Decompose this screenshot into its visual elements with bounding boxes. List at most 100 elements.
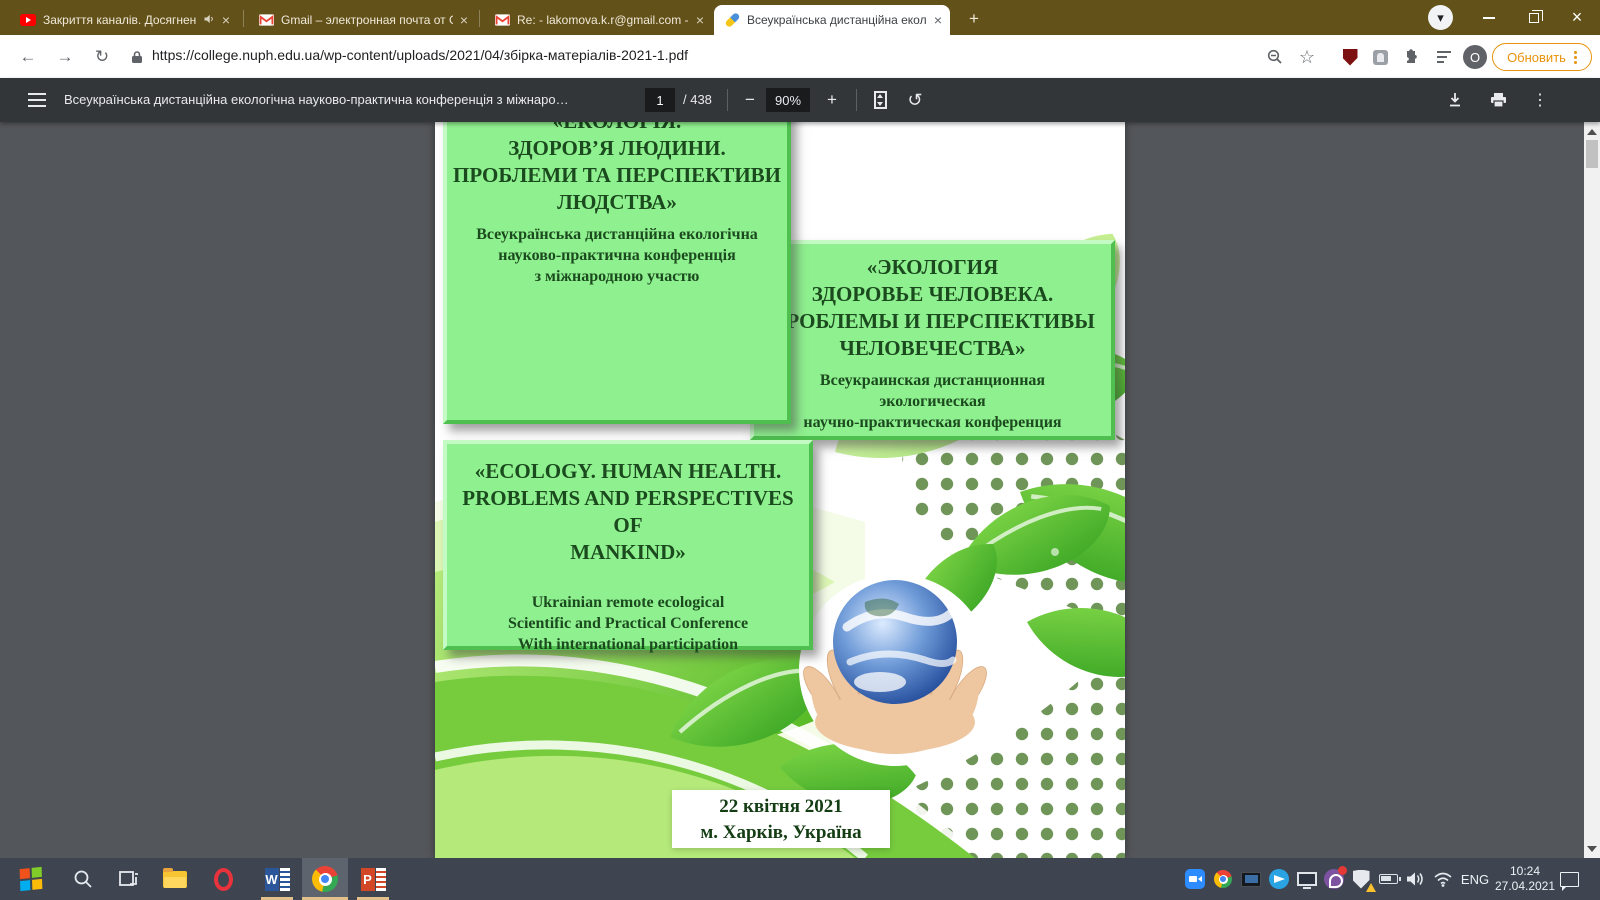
subtitle-ua-line: Всеукраїнська дистанційна екологічна	[447, 224, 787, 245]
tab-gmail-message[interactable]: Re: - lakomova.k.r@gmail.com - C ×	[484, 5, 712, 35]
opera-button[interactable]	[200, 858, 246, 900]
fit-page-button[interactable]	[868, 88, 892, 112]
subtitle-en-line: Scientific and Practical Conference	[447, 613, 809, 634]
volume-tray-icon[interactable]	[1404, 868, 1426, 890]
subtitle-ua-line: з міжнародною участю	[447, 266, 787, 287]
folder-icon	[163, 871, 187, 888]
youtube-icon	[20, 12, 36, 28]
tab-title: Закриття каналів. Досягненн	[43, 13, 196, 27]
zoom-tray-icon[interactable]	[1184, 868, 1206, 890]
conference-box-en: «ECOLOGY. HUMAN HEALTH. PROBLEMS AND PER…	[443, 440, 813, 650]
update-label: Обновить	[1507, 50, 1566, 65]
subtitle-ru-line: экологическая	[754, 391, 1111, 412]
reload-icon[interactable]: ↻	[89, 44, 115, 70]
title-ua-line: ЗДОРОВ’Я ЛЮДИНИ.	[447, 135, 787, 162]
subtitle-en-line: Ukrainian remote ecological	[447, 592, 809, 613]
tab-pdf-active[interactable]: Всеукраїнська дистанційна екол ×	[714, 5, 950, 35]
chrome-button[interactable]	[302, 858, 348, 900]
chrome-icon	[312, 866, 338, 892]
pdf-favicon-icon	[724, 12, 740, 28]
pdf-toolbar: Всеукраїнська дистанційна екологічна нау…	[0, 78, 1600, 122]
pdf-document-title: Всеукраїнська дистанційна екологічна нау…	[64, 92, 569, 107]
zoom-out-button[interactable]: −	[738, 88, 762, 112]
word-button[interactable]: W	[254, 858, 300, 900]
vertical-scrollbar[interactable]	[1584, 122, 1600, 858]
action-center-button[interactable]	[1558, 868, 1580, 890]
tab-title: Gmail – электронная почта от G	[281, 13, 453, 27]
subtitle-ru-line: научно-практическая конференция	[754, 412, 1111, 433]
update-browser-button[interactable]: Обновить	[1492, 43, 1592, 71]
clock-time: 10:24	[1510, 864, 1540, 879]
page-number-input[interactable]	[645, 88, 675, 112]
url-field[interactable]: https://college.nuph.edu.ua/wp-content/u…	[152, 47, 688, 63]
task-view-button[interactable]	[106, 858, 152, 900]
zoom-page-icon[interactable]	[1263, 45, 1287, 69]
new-tab-button[interactable]: +	[962, 7, 986, 31]
bookmark-star-icon[interactable]: ☆	[1295, 45, 1319, 69]
rotate-button[interactable]: ↺	[903, 88, 927, 112]
tab-separator	[479, 10, 480, 27]
avatar[interactable]: ▾	[1428, 5, 1453, 30]
title-ua-line: «ЕКОЛОГІЯ.	[447, 122, 787, 135]
scroll-up-icon[interactable]	[1584, 124, 1600, 139]
wifi-tray-icon[interactable]	[1432, 868, 1454, 890]
defender-tray-icon[interactable]	[1350, 868, 1372, 890]
toolbar-divider	[727, 89, 728, 111]
padlock-icon[interactable]	[124, 44, 150, 70]
pdf-more-options-button[interactable]: ⋮	[1528, 88, 1552, 112]
tab-close-icon[interactable]: ×	[696, 12, 704, 28]
tab-separator	[243, 10, 244, 27]
search-icon	[73, 869, 93, 889]
scroll-down-icon[interactable]	[1584, 841, 1600, 856]
tab-title: Всеукраїнська дистанційна екол	[747, 13, 927, 27]
display-tray-icon[interactable]	[1296, 868, 1318, 890]
title-ru-line: «ЭКОЛОГИЯ	[754, 254, 1111, 281]
tab-close-icon[interactable]: ×	[222, 12, 230, 28]
tab-youtube[interactable]: Закриття каналів. Досягненн ×	[10, 5, 238, 35]
minimize-button[interactable]	[1468, 0, 1510, 35]
browser-menu-icon[interactable]	[1574, 51, 1577, 64]
powerpoint-icon: P	[361, 868, 386, 891]
subtitle-en-line: With international participation	[447, 634, 809, 655]
print-button[interactable]	[1486, 88, 1510, 112]
forward-icon[interactable]: →	[52, 44, 78, 70]
powerpoint-button[interactable]: P	[350, 858, 396, 900]
profile-badge[interactable]: O	[1463, 45, 1487, 69]
title-ru-line: ЗДОРОВЬЕ ЧЕЛОВЕКА.	[754, 281, 1111, 308]
title-ru-line: ЧЕЛОВЕЧЕСТВА»	[754, 335, 1111, 362]
title-ua-line: ПРОБЛЕМИ ТА ПЕРСПЕКТИВИ	[447, 162, 787, 189]
tab-close-icon[interactable]: ×	[934, 12, 942, 28]
monitor-tray-icon[interactable]	[1240, 868, 1262, 890]
gray-extension-icon[interactable]	[1368, 45, 1392, 69]
ublock-extension-icon[interactable]	[1338, 45, 1362, 69]
puzzle-extension-icon[interactable]	[1398, 45, 1422, 69]
language-indicator[interactable]: ENG	[1456, 858, 1494, 900]
subtitle-ru-line: Всеукраинская дистанционная	[754, 370, 1111, 391]
battery-tray-icon[interactable]	[1377, 868, 1399, 890]
start-button[interactable]	[8, 858, 54, 900]
download-button[interactable]	[1443, 88, 1467, 112]
browser-window: Закриття каналів. Досягненн × Gmail – эл…	[0, 0, 1600, 900]
viber-tray-icon[interactable]	[1323, 868, 1345, 890]
conference-date: 22 квітня 2021	[672, 794, 890, 820]
tab-close-icon[interactable]: ×	[460, 12, 468, 28]
clock[interactable]: 10:24 27.04.2021	[1496, 858, 1554, 900]
pdf-menu-icon[interactable]	[28, 93, 46, 107]
gmail-icon	[258, 12, 274, 28]
clock-date: 27.04.2021	[1495, 879, 1555, 894]
restore-button[interactable]	[1513, 0, 1555, 35]
file-explorer-button[interactable]	[152, 858, 198, 900]
close-button[interactable]: ×	[1556, 0, 1598, 35]
telegram-tray-icon[interactable]	[1268, 868, 1290, 890]
chrome-tray-icon[interactable]	[1212, 868, 1234, 890]
page-count: / 438	[683, 92, 712, 107]
tab-audio-icon[interactable]	[203, 13, 215, 28]
playlist-extension-icon[interactable]	[1432, 45, 1456, 69]
back-icon[interactable]: ←	[15, 44, 41, 70]
subtitle-ua-line: науково-практична конференція	[447, 245, 787, 266]
tab-gmail-inbox[interactable]: Gmail – электронная почта от G ×	[248, 5, 476, 35]
title-ru-line: ПРОБЛЕМЫ И ПЕРСПЕКТИВЫ	[754, 308, 1111, 335]
zoom-in-button[interactable]: +	[820, 88, 844, 112]
scrollbar-thumb[interactable]	[1586, 140, 1598, 168]
search-button[interactable]	[60, 858, 106, 900]
